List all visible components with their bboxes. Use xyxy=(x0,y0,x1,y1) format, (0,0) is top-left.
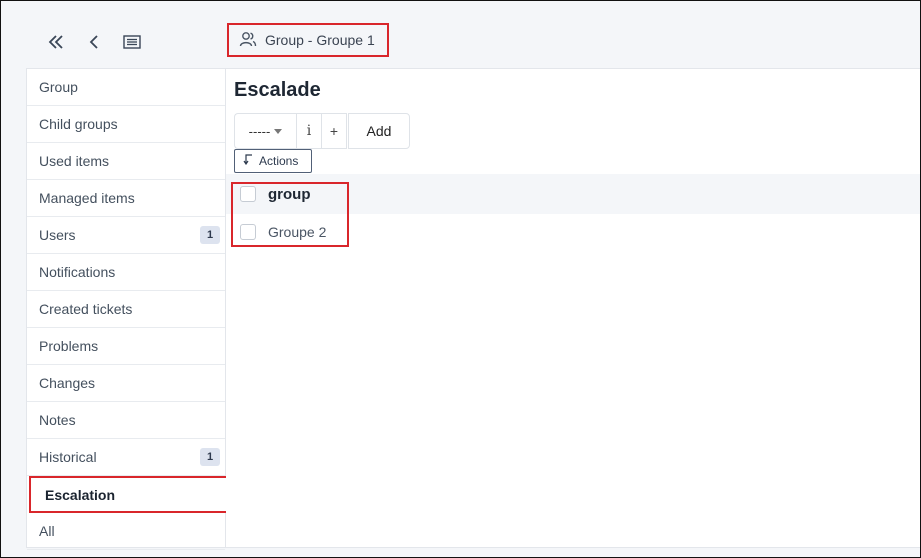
double-chevron-left-icon[interactable] xyxy=(45,31,67,53)
sidebar-item-historical[interactable]: Historical 1 xyxy=(27,439,225,476)
add-button[interactable]: Add xyxy=(348,113,410,149)
escalation-table: group Groupe 2 xyxy=(226,174,920,250)
sidebar-item-label: Notes xyxy=(39,412,76,428)
sidebar-item-label: Notifications xyxy=(39,264,116,280)
table-header-row: group xyxy=(226,174,920,214)
sidebar-item-managed-items[interactable]: Managed items xyxy=(27,180,225,217)
users-icon xyxy=(239,31,257,50)
group-select[interactable]: ----- xyxy=(234,113,296,149)
group-select-value: ----- xyxy=(248,123,271,139)
plus-button[interactable]: + xyxy=(321,113,347,149)
sidebar-item-used-items[interactable]: Used items xyxy=(27,143,225,180)
sidebar: Group Child groups Used items Managed it… xyxy=(26,68,228,550)
select-all-checkbox[interactable] xyxy=(240,186,256,202)
sidebar-item-label: Used items xyxy=(39,153,110,169)
sidebar-item-label: Group xyxy=(39,79,78,95)
row-checkbox[interactable] xyxy=(240,224,256,240)
count-badge: 1 xyxy=(200,448,220,466)
add-escalation-controls: ----- i + Add xyxy=(234,113,410,149)
top-toolbar xyxy=(45,31,143,53)
sidebar-item-label: Escalation xyxy=(45,486,116,503)
sidebar-item-notes[interactable]: Notes xyxy=(27,402,225,439)
sidebar-item-all[interactable]: All xyxy=(27,513,225,550)
sidebar-item-users[interactable]: Users 1 xyxy=(27,217,225,254)
sidebar-item-group[interactable]: Group xyxy=(27,69,225,106)
corner-arrow-icon xyxy=(243,154,253,168)
main-panel: Escalade ----- i + Add Actions group Gro… xyxy=(226,68,920,548)
sidebar-item-created-tickets[interactable]: Created tickets xyxy=(27,291,225,328)
sidebar-item-label: Users xyxy=(39,227,76,243)
table-row: Groupe 2 xyxy=(226,214,920,250)
sidebar-item-child-groups[interactable]: Child groups xyxy=(27,106,225,143)
count-badge: 1 xyxy=(200,226,220,244)
sidebar-item-notifications[interactable]: Notifications xyxy=(27,254,225,291)
list-icon[interactable] xyxy=(121,31,143,53)
actions-label: Actions xyxy=(259,154,299,168)
sidebar-item-label: All xyxy=(39,523,55,539)
sidebar-item-problems[interactable]: Problems xyxy=(27,328,225,365)
sidebar-item-label: Managed items xyxy=(39,190,135,206)
chevron-down-icon xyxy=(274,128,283,134)
sidebar-item-label: Changes xyxy=(39,375,96,391)
sidebar-item-label: Problems xyxy=(39,338,99,354)
sidebar-item-label: Historical xyxy=(39,449,97,465)
info-button[interactable]: i xyxy=(296,113,321,149)
sidebar-item-escalation[interactable]: Escalation xyxy=(29,476,228,513)
divider xyxy=(226,547,920,548)
sidebar-item-changes[interactable]: Changes xyxy=(27,365,225,402)
breadcrumb-label: Group - Groupe 1 xyxy=(265,32,375,48)
column-header-group: group xyxy=(268,185,311,203)
chevron-left-icon[interactable] xyxy=(83,31,105,53)
page-title: Escalade xyxy=(234,79,321,101)
sidebar-item-label: Created tickets xyxy=(39,301,133,317)
table-cell-group[interactable]: Groupe 2 xyxy=(268,224,326,240)
breadcrumb[interactable]: Group - Groupe 1 xyxy=(227,23,389,57)
sidebar-item-label: Child groups xyxy=(39,116,118,132)
actions-button[interactable]: Actions xyxy=(234,149,312,173)
